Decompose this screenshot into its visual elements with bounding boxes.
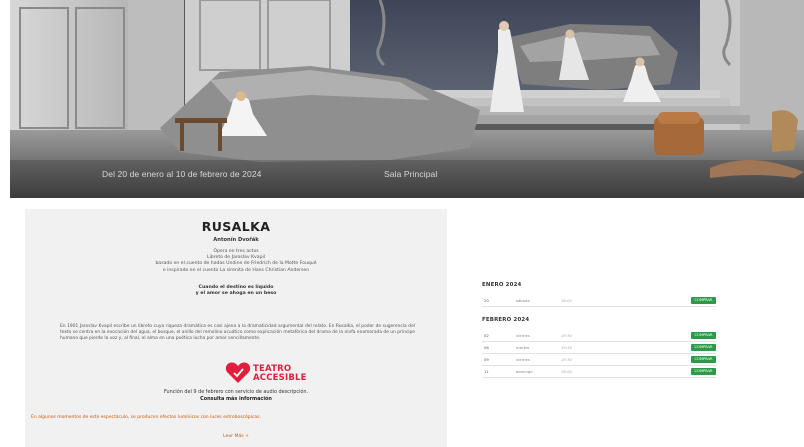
read-more-link[interactable]: Leer Más +	[25, 434, 447, 439]
show-info-panel: RUSALKA Antonín Dvořák Ópera en tres act…	[25, 209, 447, 447]
show-composer: Antonín Dvořák	[213, 237, 259, 243]
performance-row: 09 viernes 19:30 COMPRAR	[482, 355, 716, 366]
heart-icon	[225, 362, 251, 383]
performance-weekday: domingo	[516, 369, 533, 374]
performance-day: 20	[484, 298, 489, 303]
performance-row: 20 sábado 18:00 COMPRAR	[482, 296, 716, 307]
performance-row: 02 viernes 19:30 COMPRAR	[482, 331, 716, 342]
buy-button[interactable]: COMPRAR	[691, 356, 716, 363]
performance-row: 11 domingo 18:00 COMPRAR	[482, 367, 716, 378]
performance-weekday: sábado	[516, 298, 530, 303]
performance-day: 11	[484, 369, 489, 374]
function-note: Función del 9 de febrero con servicio de…	[163, 389, 309, 395]
buy-button[interactable]: COMPRAR	[691, 332, 716, 339]
teatro-accesible-logo: TEATRO ACCESIBLE	[225, 362, 313, 386]
logo-line-2: ACCESIBLE	[253, 373, 307, 383]
month-heading: ENERO 2024	[482, 282, 522, 288]
performance-time: 19:30	[561, 345, 572, 350]
performance-time: 18:00	[561, 369, 572, 374]
hero-venue: Sala Principal	[384, 169, 438, 179]
performance-weekday: viernes	[516, 333, 530, 338]
strobe-warning: En algunos momentos de este espectáculo,…	[31, 415, 261, 420]
show-title: RUSALKA	[201, 219, 271, 234]
performance-weekday: viernes	[516, 357, 530, 362]
performance-day: 02	[484, 333, 489, 338]
buy-button[interactable]: COMPRAR	[691, 344, 716, 351]
performance-row: 06 martes 19:30 COMPRAR	[482, 343, 716, 354]
consult-info-link[interactable]: Consulta más información	[25, 396, 447, 402]
buy-button[interactable]: COMPRAR	[691, 297, 716, 304]
performance-day: 06	[484, 345, 489, 350]
hero-dates: Del 20 de enero al 10 de febrero de 2024	[102, 169, 262, 179]
performance-weekday: martes	[516, 345, 530, 350]
performance-day: 09	[484, 357, 489, 362]
buy-button[interactable]: COMPRAR	[691, 368, 716, 375]
credit-line: e inspirado en el cuento La sirenita de …	[162, 267, 310, 273]
tagline-line: y el amor se ahoga en un beso	[195, 291, 277, 297]
performance-time: 19:30	[561, 333, 572, 338]
show-credits: Ópera en tres actos Libreto de Jaroslav …	[25, 249, 447, 274]
hero-image: Del 20 de enero al 10 de febrero de 2024…	[10, 0, 804, 198]
performance-time: 18:00	[561, 298, 572, 303]
show-synopsis: En 1901 Jaroslav Kvapil escribe un libre…	[60, 324, 415, 342]
performance-time: 19:30	[561, 357, 572, 362]
show-tagline: Cuando el destino es líquido y el amor s…	[25, 285, 447, 298]
month-heading: FEBRERO 2024	[482, 317, 530, 323]
